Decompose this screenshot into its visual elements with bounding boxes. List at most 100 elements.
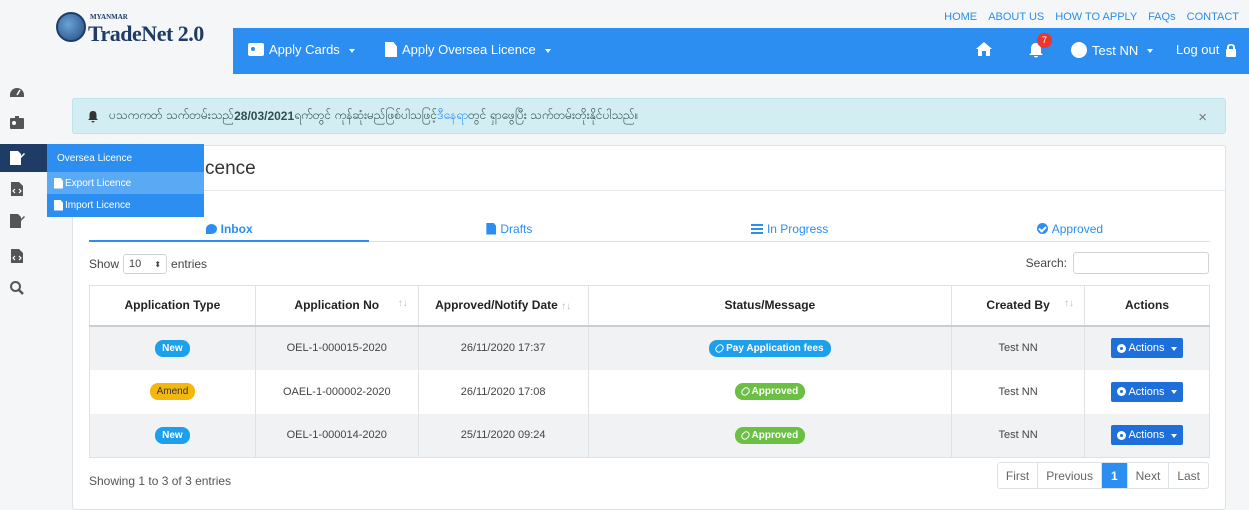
table-header-row: Application Type Application No ↑↓ Approv…: [89, 285, 1210, 327]
cell-no: OEL-1-000014-2020: [254, 413, 419, 458]
actions-button[interactable]: Actions: [1111, 381, 1183, 402]
file-icon: [54, 177, 63, 189]
col-label: Created By: [986, 298, 1050, 313]
top-link-home[interactable]: HOME: [944, 11, 977, 23]
col-created-by[interactable]: Created By ↑↓: [951, 285, 1086, 327]
cell-status: Pay Application fees: [587, 325, 953, 370]
col-status[interactable]: Status/Message: [587, 285, 953, 327]
apply-cards-label: Apply Cards: [269, 42, 340, 57]
entries-value: 10: [129, 258, 142, 270]
status-label: Approved: [751, 386, 799, 397]
id-card-icon[interactable]: [9, 115, 25, 131]
file-icon: [54, 199, 63, 211]
paperclip-icon: [739, 429, 751, 441]
globe-icon: [56, 12, 86, 42]
flyout-item-label: Export Licence: [65, 177, 132, 189]
brand-logo[interactable]: MYANMAR TradeNet 2.0: [48, 10, 233, 54]
cell-no: OAEL-1-000002-2020: [254, 369, 419, 414]
user-menu[interactable]: Test NN: [1071, 42, 1154, 58]
notifications-button[interactable]: 7: [1027, 33, 1052, 59]
pager-last[interactable]: Last: [1168, 463, 1208, 488]
actions-button[interactable]: Actions: [1111, 338, 1183, 358]
flyout-item-label: Import Licence: [65, 199, 131, 211]
top-link-contact[interactable]: CONTACT: [1187, 11, 1239, 23]
cell-created-by: Test NN: [951, 369, 1086, 414]
tab-inbox[interactable]: Inbox: [89, 216, 370, 242]
gear-icon: [1117, 343, 1127, 353]
sidebar-active-item[interactable]: [0, 144, 47, 172]
pager-first[interactable]: First: [998, 463, 1037, 488]
cell-date: 26/11/2020 17:08: [417, 369, 589, 414]
apply-cards-menu[interactable]: Apply Cards: [248, 42, 355, 57]
table-info: Showing 1 to 3 of 3 entries: [89, 474, 232, 488]
dashboard-icon[interactable]: [9, 84, 25, 100]
top-link-about[interactable]: ABOUT US: [988, 11, 1044, 23]
entries-select[interactable]: 10 ⬍: [123, 254, 168, 274]
flyout-item-import-licence[interactable]: Import Licence: [47, 194, 204, 216]
applications-table: Application Type Application No ↑↓ Approv…: [89, 285, 1210, 458]
tab-drafts-label: Drafts: [500, 221, 533, 236]
tab-in-progress[interactable]: In Progress: [650, 216, 930, 241]
oversea-licence-flyout: Oversea Licence Export Licence Import Li…: [47, 144, 204, 217]
id-card-icon: [248, 43, 264, 56]
entries-label: entries: [171, 257, 208, 271]
left-sidebar: [0, 74, 47, 510]
top-link-how-to-apply[interactable]: HOW TO APPLY: [1055, 11, 1137, 23]
app-root: MYANMAR TradeNet 2.0 HOME ABOUT US HOW T…: [0, 0, 1249, 510]
pager-next[interactable]: Next: [1126, 463, 1169, 488]
code-file-icon[interactable]: [9, 248, 25, 264]
apply-oversea-menu[interactable]: Apply Oversea Licence: [385, 42, 551, 57]
status-label: Pay Application fees: [726, 342, 824, 354]
tab-inbox-label: Inbox: [220, 221, 253, 236]
col-label: Status/Message: [724, 298, 816, 313]
search-input[interactable]: [1073, 252, 1209, 274]
sort-icon: ↑↓: [397, 298, 408, 310]
comment-icon: [205, 223, 217, 234]
col-label: Actions: [1125, 298, 1170, 313]
chevron-down-icon: [1147, 49, 1154, 53]
page-title: cence: [205, 158, 256, 179]
flyout-title: Oversea Licence: [57, 153, 133, 164]
table-search: Search:: [1026, 252, 1209, 274]
col-approved-date[interactable]: Approved/Notify Date ↑↓: [417, 285, 589, 327]
edit-file-icon: [10, 151, 25, 165]
edit-file-icon[interactable]: [9, 213, 25, 229]
status-badge[interactable]: Pay Application fees: [709, 339, 831, 357]
status-badge[interactable]: Approved: [734, 426, 806, 444]
cell-type: New: [89, 413, 256, 458]
actions-label: Actions: [1128, 342, 1165, 354]
close-alert-button[interactable]: ×: [1198, 109, 1207, 126]
flyout-item-export-licence[interactable]: Export Licence: [47, 172, 204, 194]
search-icon[interactable]: [9, 280, 25, 296]
col-application-type[interactable]: Application Type: [89, 285, 256, 327]
type-badge: Amend: [149, 383, 196, 400]
tab-drafts[interactable]: Drafts: [369, 216, 649, 241]
code-file-icon[interactable]: [9, 181, 25, 197]
paperclip-icon: [713, 342, 726, 354]
cell-type: Amend: [89, 369, 256, 414]
status-badge[interactable]: Approved: [734, 383, 806, 400]
col-application-no[interactable]: Application No ↑↓: [254, 285, 419, 327]
home-icon: [976, 42, 992, 56]
chevron-down-icon: [544, 48, 551, 53]
pager-page-1[interactable]: 1: [1100, 463, 1127, 488]
cell-actions: Actions: [1084, 369, 1210, 414]
home-button[interactable]: [975, 41, 993, 57]
status-tabs: Inbox Drafts In Progress Approved: [89, 216, 1210, 242]
brand-title: TradeNet 2.0: [88, 21, 204, 46]
bell-icon: [88, 110, 98, 122]
logout-button[interactable]: Log out: [1176, 42, 1238, 57]
pager-previous[interactable]: Previous: [1037, 463, 1101, 488]
tab-approved[interactable]: Approved: [930, 216, 1210, 241]
top-link-faqs[interactable]: FAQs: [1148, 11, 1176, 23]
cell-type: New: [89, 325, 256, 370]
file-icon: [486, 222, 497, 235]
table-row: New OEL-1-000015-2020 26/11/2020 17:37 P…: [89, 325, 1210, 370]
actions-button[interactable]: Actions: [1111, 425, 1183, 446]
apply-oversea-label: Apply Oversea Licence: [402, 42, 536, 57]
sort-icon: ↑↓: [1064, 298, 1075, 310]
cell-status: Approved: [587, 369, 953, 414]
expiry-alert: ပသကကတ် သက်တမ်းသည် 28/03/2021 ရက်တွင် ကုန…: [72, 98, 1226, 134]
alert-text-before: ပသကကတ် သက်တမ်းသည်: [109, 108, 235, 122]
alert-link[interactable]: ဒီနေရာ: [437, 107, 468, 125]
